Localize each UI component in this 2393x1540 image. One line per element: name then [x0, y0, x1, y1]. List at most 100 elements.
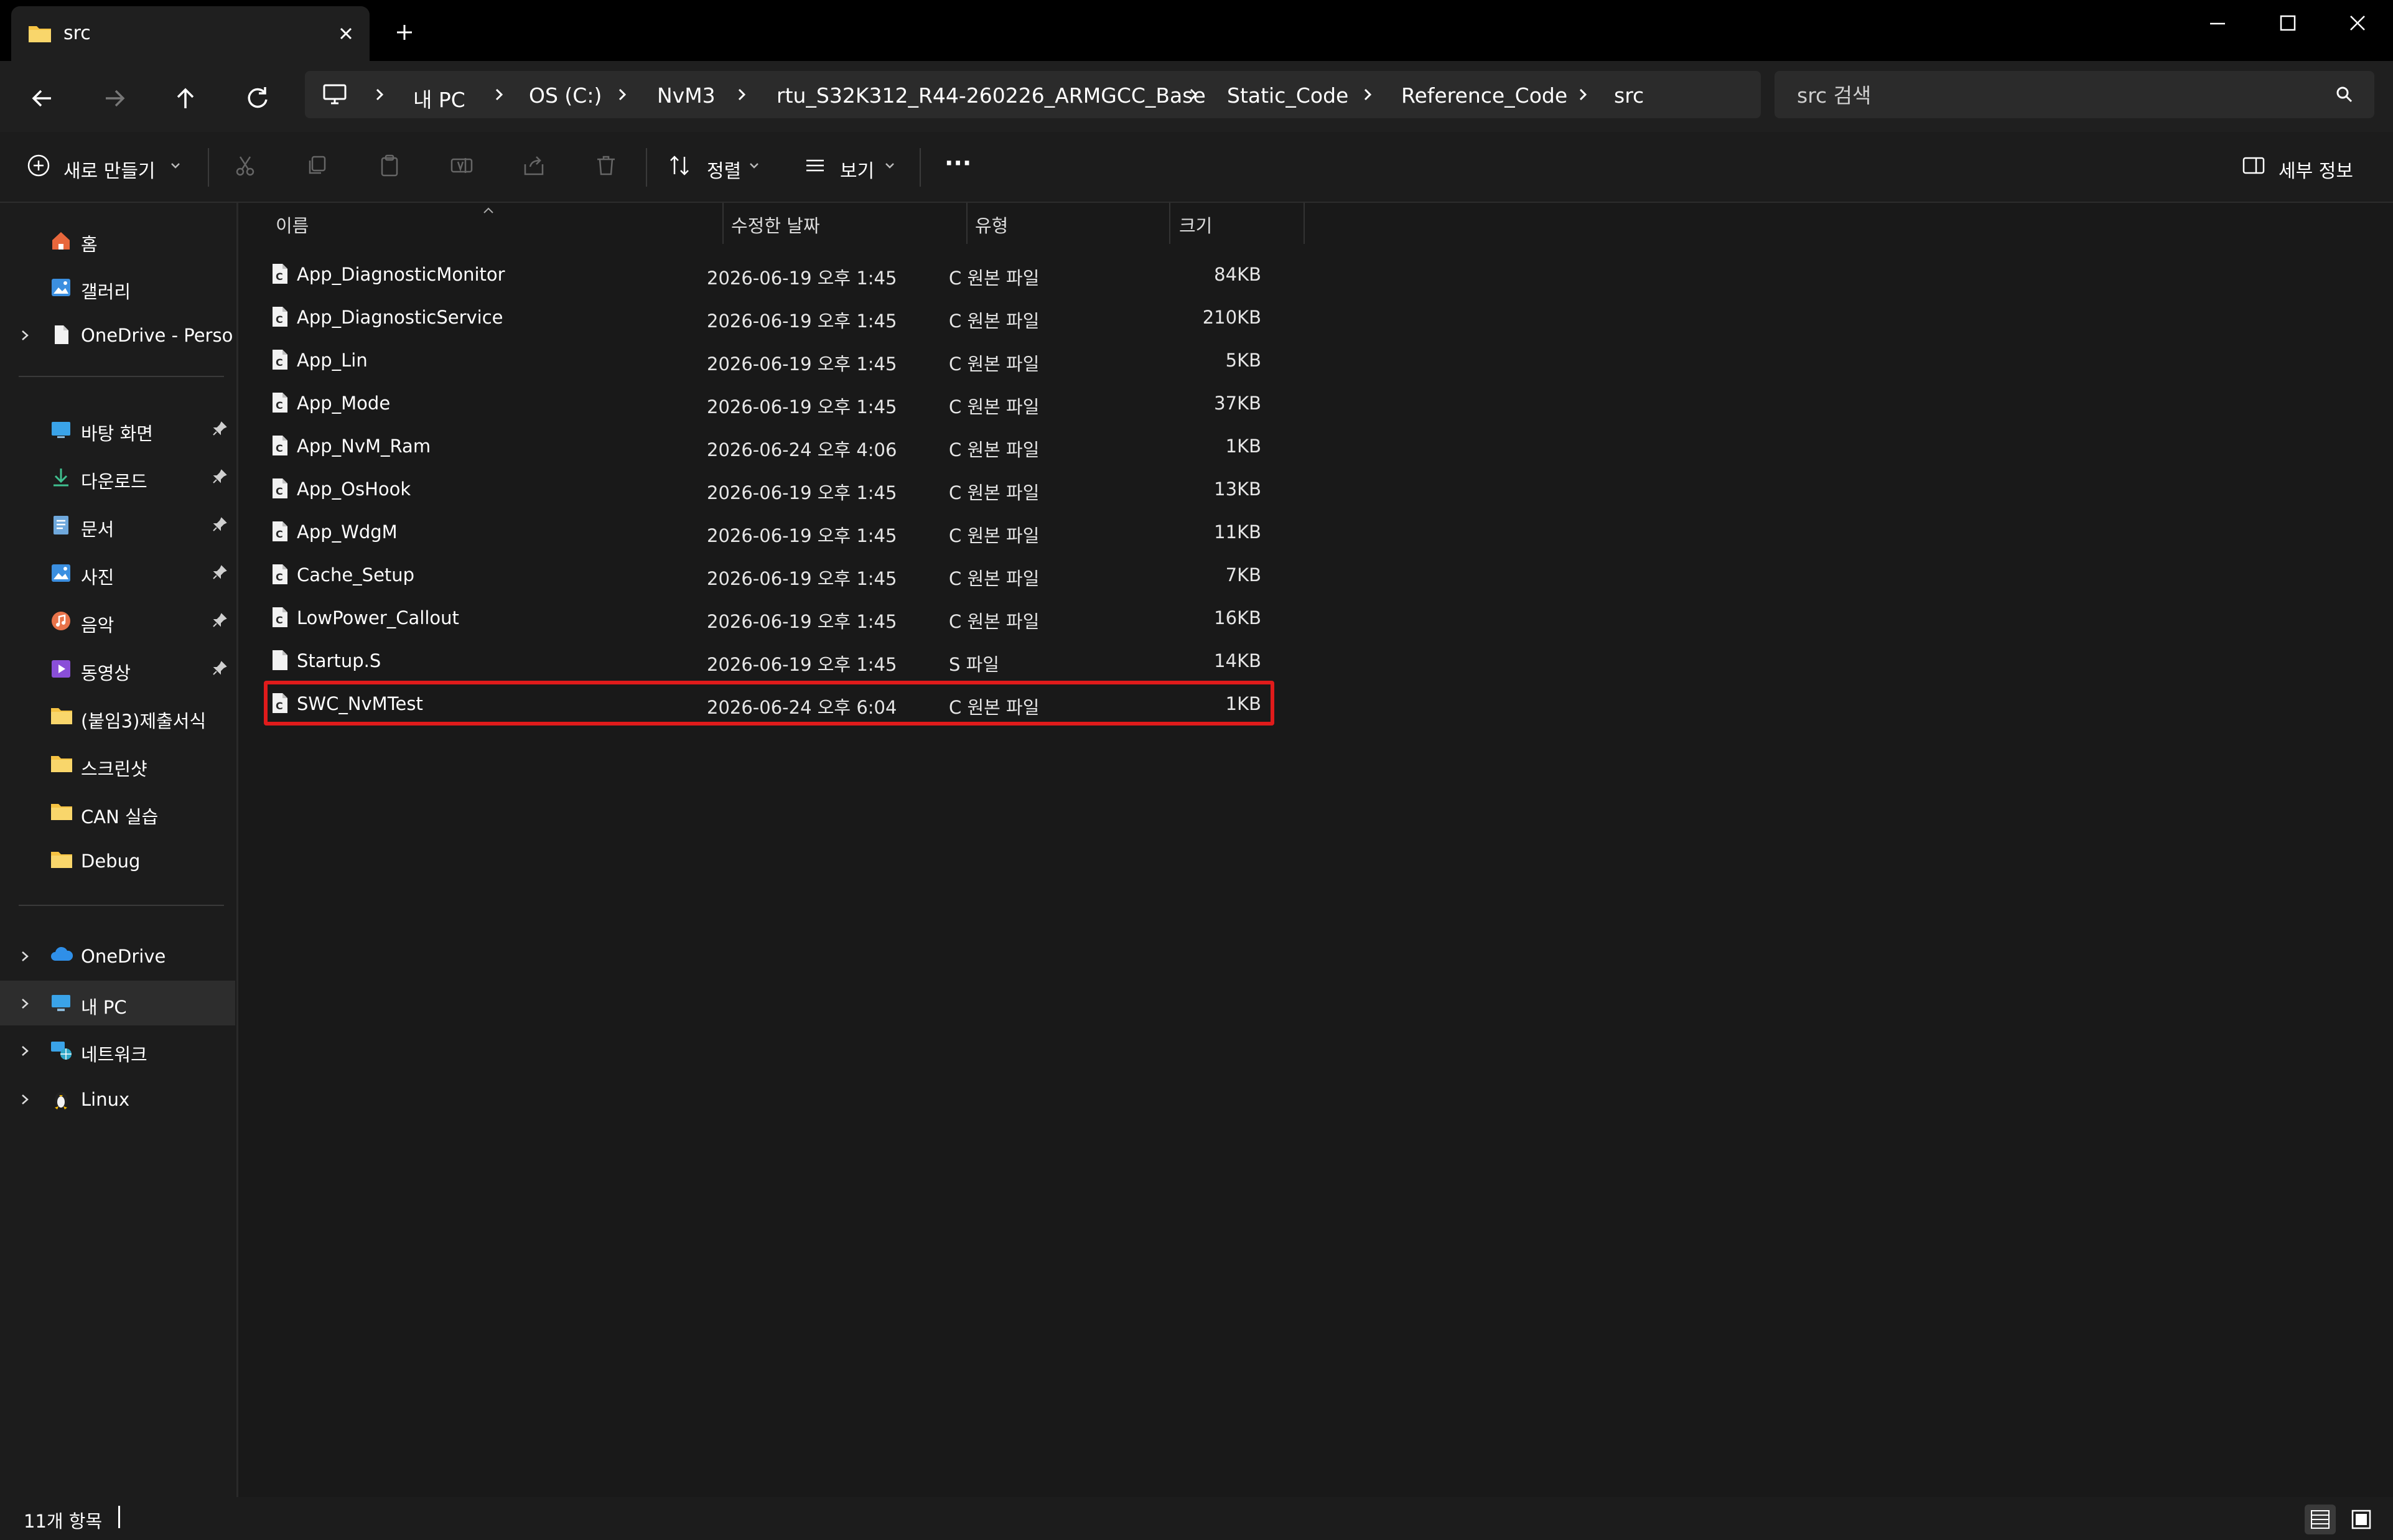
- chevron-down-icon[interactable]: [884, 159, 896, 172]
- chevron-down-icon[interactable]: [169, 159, 182, 172]
- file-row[interactable]: C App_DiagnosticMonitor 2026-06-19 오후 1:45…: [263, 253, 1274, 295]
- sidebar-item-folder-debug[interactable]: Debug: [0, 838, 235, 883]
- file-row[interactable]: C App_OsHook 2026-06-19 오후 1:45 C 원본 파일 13KB: [263, 467, 1274, 510]
- copy-icon[interactable]: [305, 153, 330, 178]
- chevron-right-icon: [1361, 86, 1374, 103]
- refresh-icon[interactable]: [241, 82, 274, 114]
- chevron-right-icon[interactable]: [19, 1093, 31, 1106]
- cloud-icon: [50, 945, 73, 963]
- sidebar-item-desktop[interactable]: 바탕 화면: [0, 407, 235, 452]
- sidebar-item-onedrive[interactable]: OneDrive: [0, 933, 235, 978]
- column-header-date[interactable]: 수정한 날짜: [724, 203, 968, 244]
- sidebar-item-music[interactable]: 음악: [0, 599, 235, 643]
- search-input[interactable]: [1796, 78, 2308, 112]
- pin-icon[interactable]: [212, 469, 228, 485]
- breadcrumb-nvm3[interactable]: NvM3: [657, 83, 716, 108]
- details-pane-icon[interactable]: [2241, 153, 2266, 178]
- sidebar-item-folder-can[interactable]: CAN 실습: [0, 790, 235, 835]
- sidebar-item-my-pc[interactable]: 내 PC: [0, 981, 235, 1025]
- file-row[interactable]: Startup.S 2026-06-19 오후 1:45 S 파일 14KB: [263, 639, 1274, 681]
- file-row[interactable]: C App_WdgM 2026-06-19 오후 1:45 C 원본 파일 11KB: [263, 510, 1274, 553]
- chevron-right-icon[interactable]: [19, 950, 31, 963]
- pin-icon[interactable]: [212, 564, 228, 581]
- pin-icon[interactable]: [212, 660, 228, 676]
- address-bar[interactable]: 내 PC OS (C:) NvM3 rtu_S32K312_R44-260226…: [305, 71, 1761, 118]
- sidebar-item-videos[interactable]: 동영상: [0, 646, 235, 691]
- breadcrumb-my-pc[interactable]: 내 PC: [413, 83, 465, 113]
- file-type: C 원본 파일: [949, 310, 1040, 332]
- rename-icon[interactable]: [449, 153, 474, 178]
- column-header-size[interactable]: 크기: [1170, 203, 1305, 244]
- minimize-icon[interactable]: [2199, 11, 2236, 36]
- forward-arrow-icon[interactable]: [98, 82, 131, 114]
- sidebar-item-label: (붙임3)제출서식: [81, 711, 207, 732]
- c-file-icon: C: [271, 563, 289, 586]
- column-header-type[interactable]: 유형: [968, 203, 1170, 244]
- sidebar-item-label: 갤러리: [81, 281, 131, 302]
- file-type: C 원본 파일: [949, 525, 1040, 546]
- sidebar-item-onedrive-personal[interactable]: OneDrive - Personal: [0, 312, 235, 357]
- new-tab-icon[interactable]: [392, 20, 417, 45]
- search-icon[interactable]: [2335, 85, 2354, 105]
- breadcrumb-src[interactable]: src: [1614, 83, 1644, 108]
- close-window-icon[interactable]: [2338, 11, 2376, 36]
- share-icon[interactable]: [521, 153, 546, 178]
- sidebar-divider: [19, 905, 224, 906]
- breadcrumb-reference-code[interactable]: Reference_Code: [1401, 83, 1567, 108]
- new-button[interactable]: 새로 만들기: [63, 156, 156, 183]
- sidebar-item-network[interactable]: 네트워크: [0, 1028, 235, 1073]
- up-arrow-icon[interactable]: [169, 82, 202, 114]
- sort-button[interactable]: 정렬: [707, 156, 741, 183]
- pin-icon[interactable]: [212, 612, 228, 628]
- pin-icon[interactable]: [212, 421, 228, 437]
- pin-icon[interactable]: [212, 516, 228, 533]
- sidebar-item-documents[interactable]: 문서: [0, 503, 235, 548]
- chevron-right-icon[interactable]: [19, 1044, 31, 1058]
- details-button[interactable]: 세부 정보: [2279, 156, 2353, 183]
- sidebar-item-pictures[interactable]: 사진: [0, 551, 235, 595]
- file-row[interactable]: C App_NvM_Ram 2026-06-24 오후 4:06 C 원본 파일 1KB: [263, 424, 1274, 467]
- back-arrow-icon[interactable]: [26, 82, 58, 114]
- sidebar-item-downloads[interactable]: 다운로드: [0, 455, 235, 500]
- chevron-right-icon[interactable]: [19, 329, 31, 342]
- column-header-name[interactable]: 이름: [263, 203, 724, 244]
- breadcrumb-static-code[interactable]: Static_Code: [1227, 83, 1348, 108]
- sidebar-item-linux[interactable]: Linux: [0, 1076, 235, 1121]
- cut-icon[interactable]: [233, 153, 258, 178]
- close-tab-icon[interactable]: [334, 21, 358, 46]
- maximize-icon[interactable]: [2269, 11, 2306, 36]
- file-row[interactable]: C App_Mode 2026-06-19 오후 1:45 C 원본 파일 37KB: [263, 381, 1274, 424]
- file-date: 2026-06-19 오후 1:45: [707, 482, 897, 503]
- file-name: App_DiagnosticService: [297, 307, 503, 328]
- sidebar-item-gallery[interactable]: 갤러리: [0, 265, 235, 310]
- paste-icon[interactable]: [377, 153, 402, 178]
- file-row[interactable]: C App_Lin 2026-06-19 오후 1:45 C 원본 파일 5KB: [263, 338, 1274, 381]
- chevron-down-icon[interactable]: [748, 159, 760, 172]
- file-row[interactable]: C LowPower_Callout 2026-06-19 오후 1:45 C 원본 …: [263, 596, 1274, 638]
- sidebar-item-folder-submission[interactable]: (붙임3)제출서식: [0, 694, 235, 739]
- delete-icon[interactable]: [594, 153, 618, 178]
- search-box[interactable]: [1775, 71, 2374, 118]
- file-name: LowPower_Callout: [297, 607, 459, 628]
- file-size: 1KB: [1225, 436, 1261, 457]
- more-options-icon[interactable]: ···: [945, 149, 971, 177]
- column-divider[interactable]: [1304, 203, 1305, 244]
- file-row[interactable]: C Cache_Setup 2026-06-19 오후 1:45 C 원본 파일 7KB: [263, 553, 1274, 595]
- sidebar-item-label: Debug: [81, 851, 141, 872]
- plus-circle-icon[interactable]: [26, 153, 51, 178]
- file-name: App_OsHook: [297, 478, 411, 500]
- sidebar-item-folder-screenshots[interactable]: 스크린샷: [0, 742, 235, 787]
- sidebar-item-home[interactable]: 홈: [0, 218, 235, 263]
- breadcrumb-os-c[interactable]: OS (C:): [529, 83, 602, 108]
- tiles-view-icon[interactable]: [2346, 1505, 2377, 1534]
- view-list-icon[interactable]: [803, 153, 828, 178]
- view-button[interactable]: 보기: [840, 156, 874, 183]
- svg-text:C: C: [276, 314, 283, 325]
- details-view-icon[interactable]: [2305, 1505, 2336, 1534]
- sort-icon[interactable]: [667, 153, 692, 178]
- breadcrumb-rtu-base[interactable]: rtu_S32K312_R44-260226_ARMGCC_Base: [777, 83, 1206, 108]
- chevron-right-icon[interactable]: [19, 997, 31, 1010]
- tab-src[interactable]: src: [11, 6, 370, 61]
- file-row[interactable]: C App_DiagnosticService 2026-06-19 오후 1:45…: [263, 296, 1274, 338]
- svg-text:C: C: [276, 571, 283, 583]
